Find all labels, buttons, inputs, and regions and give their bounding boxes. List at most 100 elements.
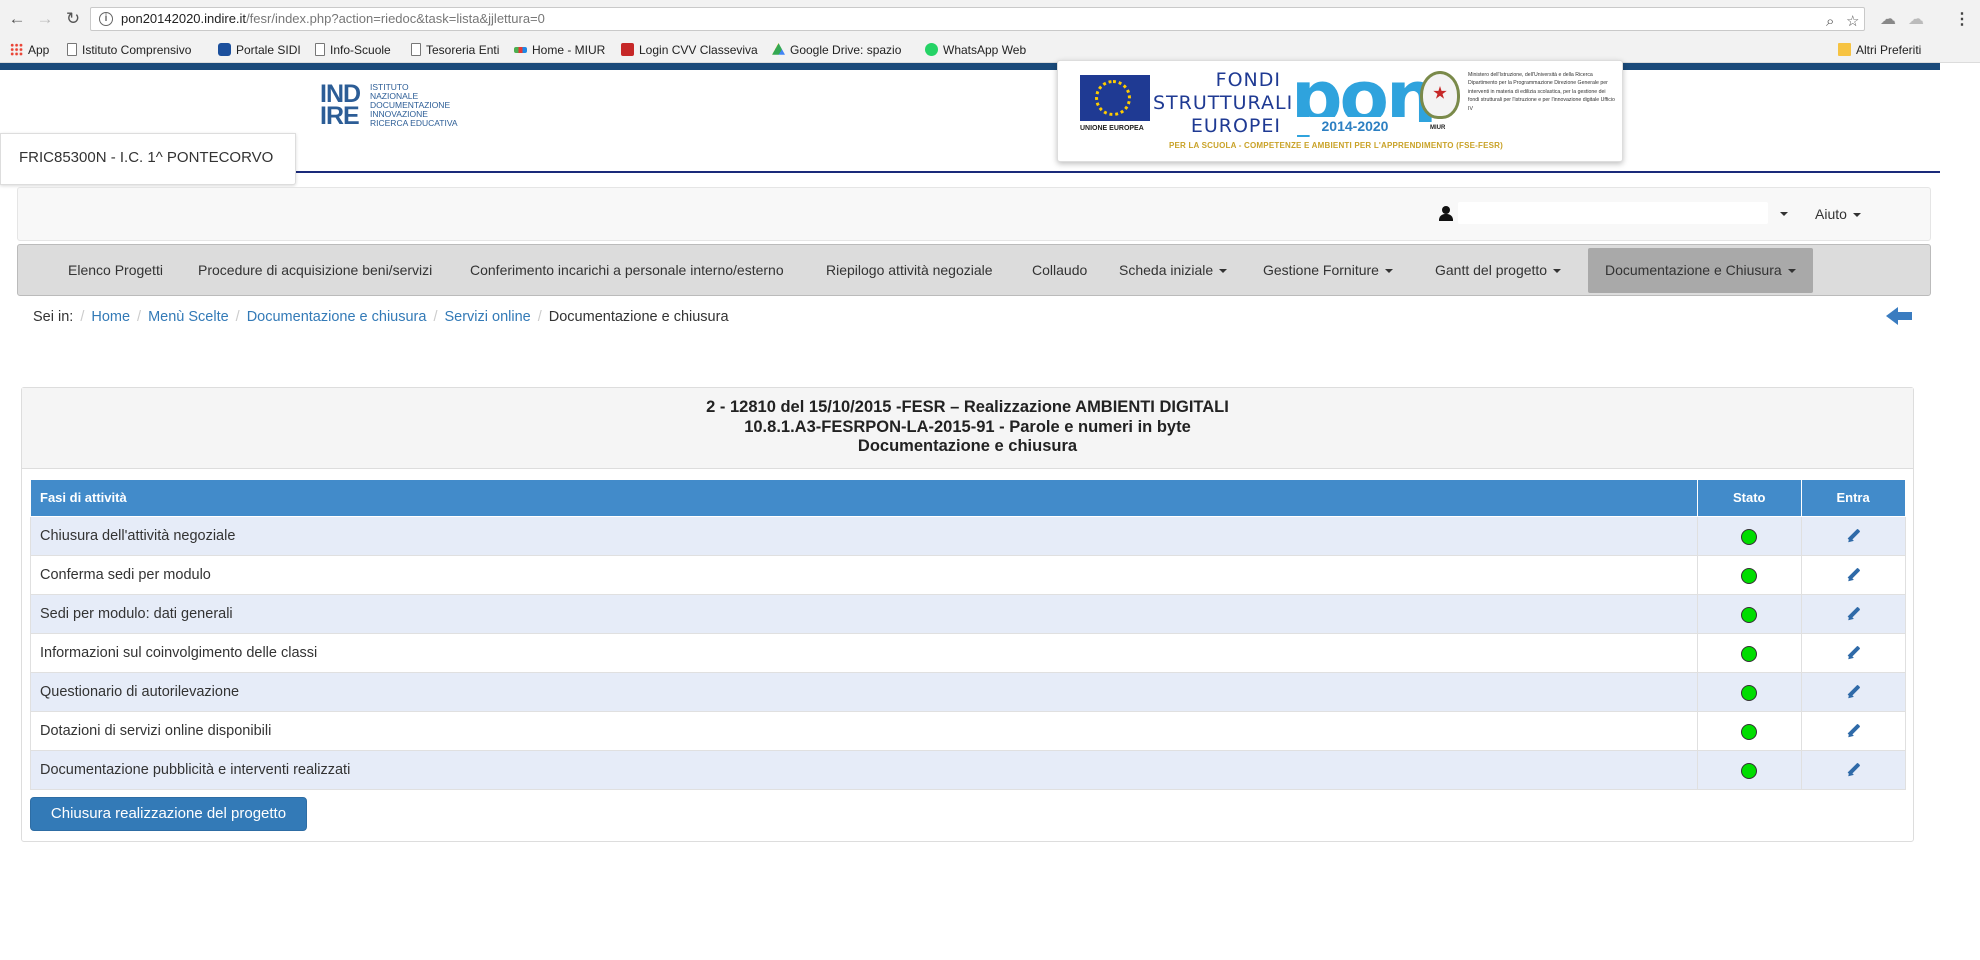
- logo-subtitle: ISTITUTO NAZIONALE DOCUMENTAZIONE INNOVA…: [370, 82, 458, 128]
- user-icon: [1439, 206, 1453, 221]
- whatsapp-icon: [925, 43, 938, 56]
- breadcrumb-current: Documentazione e chiusura: [548, 309, 729, 325]
- edit-button[interactable]: [1801, 671, 1906, 712]
- cvv-icon: [621, 43, 634, 56]
- fase-cell: Sedi per modulo: dati generali: [29, 593, 1699, 634]
- edit-button[interactable]: [1801, 710, 1906, 751]
- school-label: FRIC85300N - I.C. 1^ PONTECORVO: [0, 133, 296, 185]
- bookmarks-bar: App Istituto Comprensivo Portale SIDI In…: [0, 38, 1980, 63]
- pencil-icon[interactable]: [1847, 685, 1860, 698]
- reload-icon[interactable]: ↻: [63, 9, 83, 29]
- menu-documentazione-chiusura[interactable]: Documentazione e Chiusura: [1588, 248, 1813, 293]
- bookmark-miur[interactable]: Home - MIUR: [514, 42, 605, 59]
- chevron-down-icon: [1787, 269, 1796, 274]
- edit-button[interactable]: [1801, 515, 1906, 556]
- panel-heading: 2 - 12810 del 15/10/2015 -FESR – Realizz…: [22, 388, 1913, 469]
- miur-icon: [514, 47, 527, 53]
- status-dot-icon: [1741, 684, 1758, 701]
- status-dot-icon: [1741, 528, 1758, 545]
- pencil-icon[interactable]: [1847, 724, 1860, 737]
- panel-title-line1: 2 - 12810 del 15/10/2015 -FESR – Realizz…: [706, 398, 1229, 416]
- extension-icon[interactable]: ☁: [1908, 9, 1924, 29]
- browser-menu-icon[interactable]: ⋮: [1954, 9, 1970, 29]
- table-row: Chiusura dell'attività negoziale: [29, 515, 1906, 556]
- bookmark-other[interactable]: Altri Preferiti: [1838, 42, 1921, 59]
- profile-cloud-icon[interactable]: ☁: [1880, 9, 1896, 29]
- sidi-icon: [218, 43, 231, 56]
- close-project-button[interactable]: Chiusura realizzazione del progetto: [30, 797, 307, 831]
- pencil-icon[interactable]: [1847, 568, 1860, 581]
- column-header-fasi: Fasi di attività: [29, 480, 1699, 517]
- pon-caption: PER LA SCUOLA - COMPETENZE E AMBIENTI PE…: [1168, 141, 1504, 150]
- bookmark-drive[interactable]: Google Drive: spazio: [772, 42, 901, 59]
- address-bar[interactable]: i pon20142020.indire.it/fesr/index.php?a…: [90, 7, 1865, 31]
- bookmark-sidi[interactable]: Portale SIDI: [218, 42, 301, 59]
- breadcrumb-home[interactable]: Home: [91, 309, 130, 325]
- chevron-down-icon: [1219, 269, 1228, 274]
- table-row: Questionario di autorilevazione: [29, 671, 1906, 712]
- table-row: Dotazioni di servizi online disponibili: [29, 710, 1906, 751]
- table-row: Documentazione pubblicità e interventi r…: [29, 749, 1906, 790]
- bookmark-info-scuole[interactable]: Info-Scuole: [315, 42, 391, 59]
- menu-scheda-iniziale[interactable]: Scheda iniziale: [1119, 245, 1228, 295]
- page-icon: [411, 43, 421, 56]
- menu-elenco-progetti[interactable]: Elenco Progetti: [68, 245, 163, 295]
- chevron-down-icon: [1553, 269, 1562, 274]
- help-menu[interactable]: Aiuto: [1815, 204, 1861, 224]
- status-dot-icon: [1741, 645, 1758, 662]
- table-row: Sedi per modulo: dati generali: [29, 593, 1906, 634]
- edit-button[interactable]: [1801, 554, 1906, 595]
- menu-collaudo[interactable]: Collaudo: [1032, 245, 1087, 295]
- bookmark-tesoreria[interactable]: Tesoreria Enti: [411, 42, 499, 59]
- back-arrow-icon[interactable]: [1886, 304, 1914, 328]
- logo-letters-2: IRE: [320, 102, 360, 130]
- bookmark-whatsapp[interactable]: WhatsApp Web: [925, 42, 1026, 59]
- fase-cell: Chiusura dell'attività negoziale: [29, 515, 1699, 556]
- indire-logo[interactable]: IND IRE ISTITUTO NAZIONALE DOCUMENTAZION…: [320, 82, 458, 130]
- pencil-icon[interactable]: [1847, 763, 1860, 776]
- table-row: Conferma sedi per modulo: [29, 554, 1906, 595]
- edit-button[interactable]: [1801, 593, 1906, 634]
- status-dot-icon: [1741, 762, 1758, 779]
- bookmark-cvv[interactable]: Login CVV Classeviva: [621, 42, 758, 59]
- drive-icon: [772, 43, 785, 55]
- menu-riepilogo-attivita[interactable]: Riepilogo attività negoziale: [826, 245, 993, 295]
- status-dot-icon: [1741, 723, 1758, 740]
- panel-title-line2: 10.8.1.A3-FESRPON-LA-2015-91 - Parole e …: [744, 417, 1191, 436]
- breadcrumb-menu-scelte[interactable]: Menù Scelte: [148, 309, 229, 325]
- bookmark-apps[interactable]: App: [10, 42, 49, 59]
- fase-cell: Informazioni sul coinvolgimento delle cl…: [29, 632, 1699, 673]
- site-info-icon[interactable]: i: [99, 12, 113, 26]
- edit-button[interactable]: [1801, 749, 1906, 790]
- apps-grid-icon: [10, 43, 23, 56]
- breadcrumb-documentazione[interactable]: Documentazione e chiusura: [247, 309, 427, 325]
- forward-icon[interactable]: →: [35, 9, 55, 29]
- table-row: Informazioni sul coinvolgimento delle cl…: [29, 632, 1906, 673]
- fase-cell: Questionario di autorilevazione: [29, 671, 1699, 712]
- eu-label: UNIONE EUROPEA: [1080, 125, 1144, 132]
- url-host: pon20142020.indire.it: [121, 11, 247, 26]
- menu-conferimento-incarichi[interactable]: Conferimento incarichi a personale inter…: [470, 245, 784, 295]
- chevron-down-icon: [1384, 269, 1393, 274]
- breadcrumb-servizi-online[interactable]: Servizi online: [444, 309, 530, 325]
- bookmark-star-icon[interactable]: ☆: [1846, 11, 1859, 33]
- chevron-down-icon: [1852, 213, 1861, 218]
- user-caret-icon[interactable]: [1780, 212, 1788, 216]
- pencil-icon[interactable]: [1847, 529, 1860, 542]
- bookmark-istituto[interactable]: Istituto Comprensivo: [67, 42, 191, 59]
- ministry-text: Ministero dell'Istruzione, dell'Universi…: [1468, 72, 1615, 112]
- menu-procedure-acquisizione[interactable]: Procedure di acquisizione beni/servizi: [198, 245, 432, 295]
- pencil-icon[interactable]: [1847, 607, 1860, 620]
- pon-banner: UNIONE EUROPEA FONDI STRUTTURALI EUROPEI…: [1057, 60, 1623, 162]
- activity-table: Fasi di attività Stato Entra Chiusura de…: [29, 480, 1906, 790]
- edit-button[interactable]: [1801, 632, 1906, 673]
- pencil-icon[interactable]: [1847, 646, 1860, 659]
- column-header-stato: Stato: [1697, 480, 1803, 517]
- menu-gantt[interactable]: Gantt del progetto: [1435, 245, 1562, 295]
- menu-gestione-forniture[interactable]: Gestione Forniture: [1263, 245, 1393, 295]
- page-icon: [67, 43, 77, 56]
- zoom-icon[interactable]: ⌕: [1826, 11, 1834, 33]
- page-icon: [315, 43, 325, 56]
- user-menu[interactable]: [1458, 202, 1768, 224]
- back-icon[interactable]: ←: [7, 9, 27, 29]
